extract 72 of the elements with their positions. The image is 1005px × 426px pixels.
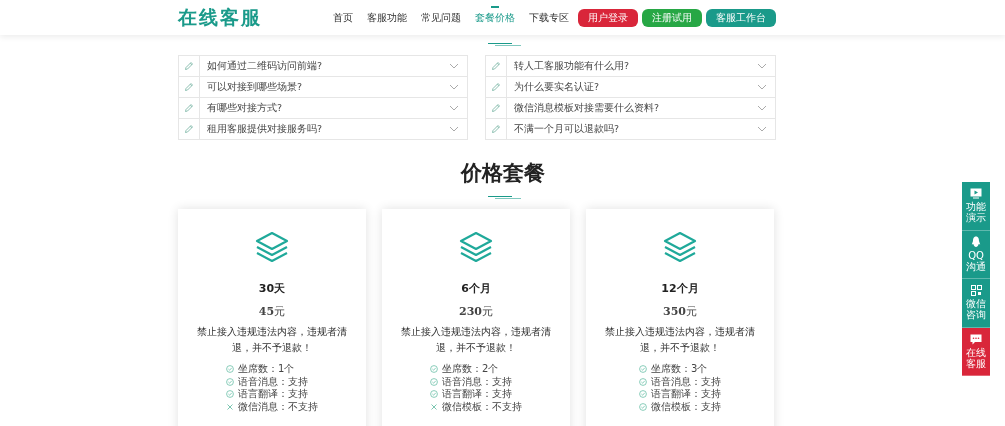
section-title: 价格套餐 <box>459 160 546 187</box>
side-panel-button[interactable]: 在线客服 <box>962 327 990 376</box>
feature-text: 语音消息：支持 <box>651 375 721 388</box>
side-panel-label: 在线客服 <box>966 346 986 369</box>
faq-item[interactable]: 不满一个月可以退款吗? <box>485 118 776 140</box>
faq-item[interactable]: 转人工客服功能有什么用? <box>485 55 776 77</box>
feature-text: 语言翻译：支持 <box>238 388 308 401</box>
faq-question: 微信消息模板对接需要什么资料? <box>513 101 661 115</box>
feature-text: 语言翻译：支持 <box>651 388 721 401</box>
faq-item[interactable]: 租用客服提供对接服务吗? <box>178 118 468 140</box>
pencil-icon <box>184 82 194 92</box>
pencil-icon <box>184 124 194 134</box>
nav-link[interactable]: 首页 <box>328 0 358 35</box>
feature-text: 语音消息：支持 <box>238 375 308 388</box>
plan-name: 6个月 <box>461 281 491 296</box>
qr-code-icon <box>970 285 982 297</box>
layers-icon <box>254 231 290 265</box>
feature-text: 微信消息：不支持 <box>238 400 318 413</box>
chevron-down-icon <box>449 63 459 69</box>
header-button[interactable]: 用户登录 <box>578 8 638 27</box>
faq-question: 有哪些对接方式? <box>206 101 284 115</box>
plan-note: 禁止接入违规违法内容，违规者清退，并不予退款！ <box>604 325 756 355</box>
faq-item[interactable]: 可以对接到哪些场景? <box>178 76 468 98</box>
chat-icon <box>970 333 982 345</box>
faq-question: 不满一个月可以退款吗? <box>513 122 621 136</box>
pencil-icon <box>491 61 501 71</box>
faq-question: 如何通过二维码访问前端? <box>206 59 324 73</box>
pencil-icon <box>184 103 194 113</box>
plan-name: 30天 <box>258 281 286 296</box>
pencil-icon <box>491 103 501 113</box>
chevron-down-icon <box>757 105 767 111</box>
feature-text: 微信模板：支持 <box>651 400 721 413</box>
faq-item[interactable]: 如何通过二维码访问前端? <box>178 55 468 77</box>
feature-text: 坐席数：3个 <box>651 363 708 376</box>
plan-name: 12个月 <box>661 281 699 296</box>
plan-price: 230元 <box>459 304 493 319</box>
faq-question: 可以对接到哪些场景? <box>206 80 304 94</box>
faq-item[interactable]: 为什么要实名认证? <box>485 76 776 98</box>
pencil-icon <box>491 82 501 92</box>
chevron-down-icon <box>757 63 767 69</box>
side-panel-label: 功能演示 <box>966 201 986 224</box>
feature-text: 语音消息：支持 <box>442 375 512 388</box>
faq-question: 为什么要实名认证? <box>513 80 601 94</box>
nav-link[interactable]: 客服功能 <box>362 0 412 35</box>
chevron-down-icon <box>449 84 459 90</box>
plan-note: 禁止接入违规违法内容，违规者清退，并不予退款！ <box>196 325 348 355</box>
feature-text: 微信模板：不支持 <box>442 400 522 413</box>
layers-icon <box>662 231 698 265</box>
nav-link[interactable]: 常见问题 <box>416 0 466 35</box>
nav-link[interactable]: 下载专区 <box>524 0 574 35</box>
side-panel-label: QQ沟通 <box>966 250 986 273</box>
chevron-down-icon <box>757 126 767 132</box>
plan-note: 禁止接入违规违法内容，违规者清退，并不予退款！ <box>400 325 552 355</box>
chevron-down-icon <box>449 126 459 132</box>
side-panel-label: 微信咨询 <box>966 298 986 321</box>
layers-icon <box>458 231 494 265</box>
penguin-icon <box>971 236 981 249</box>
nav-link[interactable]: 套餐价格 <box>470 0 520 35</box>
feature-text: 语言翻译：支持 <box>442 388 512 401</box>
chevron-down-icon <box>757 84 767 90</box>
plan-price: 45元 <box>258 304 286 319</box>
monitor-play-icon <box>970 188 982 200</box>
feature-text: 坐席数：1个 <box>238 363 295 376</box>
chevron-down-icon <box>449 105 459 111</box>
faq-item[interactable]: 微信消息模板对接需要什么资料? <box>485 97 776 119</box>
faq-question: 转人工客服功能有什么用? <box>513 59 631 73</box>
pencil-icon <box>491 124 501 134</box>
faq-item[interactable]: 有哪些对接方式? <box>178 97 468 119</box>
faq-question: 租用客服提供对接服务吗? <box>206 122 324 136</box>
feature-text: 坐席数：2个 <box>442 363 499 376</box>
plan-price: 350元 <box>663 304 697 319</box>
pencil-icon <box>184 61 194 71</box>
